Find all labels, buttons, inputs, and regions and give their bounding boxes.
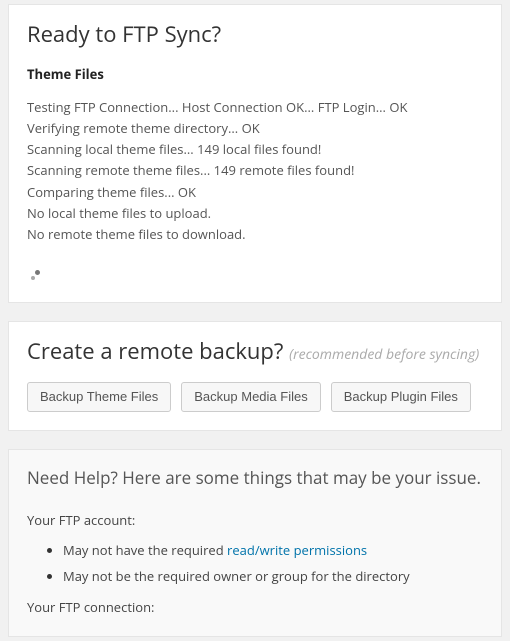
remote-backup-panel: Create a remote backup? (recommended bef… [8, 321, 502, 431]
remote-backup-title-text: Create a remote backup? [27, 336, 283, 366]
ftp-sync-log-line: Verifying remote theme directory... OK [27, 118, 483, 138]
loading-row [27, 266, 483, 284]
ftp-sync-log-line: Testing FTP Connection... Host Connectio… [27, 97, 483, 117]
help-account-label: Your FTP account: [27, 511, 483, 529]
ftp-sync-subheading: Theme Files [27, 65, 483, 83]
backup-theme-button[interactable]: Backup Theme Files [27, 382, 171, 412]
help-item-owner: May not be the required owner or group f… [63, 567, 483, 585]
ftp-sync-log-line: Comparing theme files... OK [27, 182, 483, 202]
help-title: Need Help? Here are some things that may… [27, 466, 483, 489]
remote-backup-title: Create a remote backup? (recommended bef… [27, 336, 483, 366]
loading-spinner-icon [31, 270, 41, 280]
help-item-permissions-text: May not have the required [63, 541, 227, 559]
ftp-sync-panel: Ready to FTP Sync? Theme Files Testing F… [8, 4, 502, 303]
help-panel: Need Help? Here are some things that may… [8, 449, 502, 636]
backup-media-button[interactable]: Backup Media Files [181, 382, 320, 412]
permissions-link[interactable]: read/write permissions [227, 541, 367, 559]
ftp-sync-log-line: Scanning remote theme files... 149 remot… [27, 160, 483, 180]
remote-backup-hint: (recommended before syncing) [289, 345, 479, 364]
help-connection-label: Your FTP connection: [27, 598, 483, 616]
ftp-sync-log-line: No remote theme files to download. [27, 224, 483, 244]
ftp-sync-log-line: No local theme files to upload. [27, 203, 483, 223]
ftp-sync-log: Testing FTP Connection... Host Connectio… [27, 97, 483, 244]
backup-plugin-button[interactable]: Backup Plugin Files [331, 382, 471, 412]
ftp-sync-title: Ready to FTP Sync? [27, 19, 483, 49]
ftp-sync-log-line: Scanning local theme files... 149 local … [27, 139, 483, 159]
backup-button-row: Backup Theme Files Backup Media Files Ba… [27, 382, 483, 412]
help-item-permissions: May not have the required read/write per… [63, 541, 483, 559]
help-account-list: May not have the required read/write per… [27, 541, 483, 585]
